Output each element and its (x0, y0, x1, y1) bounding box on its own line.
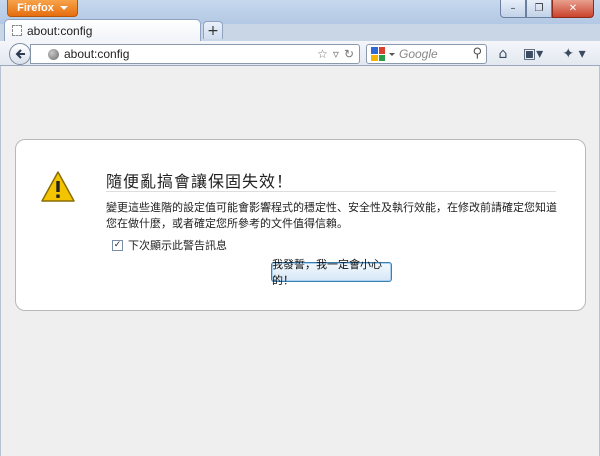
show-warning-checkbox-label: 下次顯示此警告訊息 (128, 239, 227, 252)
back-button[interactable] (9, 43, 31, 65)
address-bar-icons: ☆ ▿ ↻ (317, 47, 354, 61)
tab-label: about:config (27, 23, 93, 38)
navigation-toolbar: about:config ☆ ▿ ↻ Google ⚲ ⌂ ▣▾ ✦ ▾ (0, 41, 600, 66)
minimize-button[interactable]: – (500, 0, 526, 18)
back-arrow-icon (15, 49, 25, 59)
bookmark-star-icon[interactable]: ☆ (317, 47, 328, 61)
new-tab-button[interactable]: + (203, 21, 223, 39)
tab-about-config[interactable]: about:config (4, 19, 201, 41)
search-engine-dropdown-icon[interactable] (389, 52, 395, 56)
warning-icon (41, 171, 75, 202)
close-button[interactable]: ✕ (552, 0, 594, 18)
accept-risk-button[interactable]: 我發誓，我一定會小心的！ (271, 258, 392, 287)
show-warning-checkbox-row[interactable]: ✓ 下次顯示此警告訊息 (112, 237, 227, 253)
search-icon[interactable]: ⚲ (472, 46, 482, 61)
search-engine-icon[interactable] (371, 47, 385, 61)
warning-dialog: 隨便亂搞會讓保固失效！ 變更這些進階的設定值可能會影響程式的穩定性、安全性及執行… (15, 139, 586, 311)
site-identity-icon[interactable] (48, 48, 59, 60)
chevron-down-icon (59, 6, 68, 10)
tab-strip: about:config + (0, 17, 600, 41)
history-dropdown-icon[interactable]: ▿ (333, 47, 339, 61)
window-controls: – ❐ ✕ (500, 0, 594, 18)
search-bar[interactable]: Google ⚲ (366, 44, 487, 64)
downloads-icon[interactable]: ▣▾ (522, 45, 544, 62)
addon-toolbar-icon[interactable]: ✦ ▾ (559, 45, 589, 62)
address-bar-url: about:config (64, 47, 130, 61)
firefox-menu-button[interactable]: Firefox (7, 0, 78, 17)
home-icon[interactable]: ⌂ (494, 45, 512, 62)
blank-page-icon (12, 25, 22, 36)
warning-title: 隨便亂搞會讓保固失效！ (106, 168, 556, 192)
reload-icon[interactable]: ↻ (344, 47, 354, 61)
show-warning-checkbox[interactable]: ✓ (112, 239, 123, 251)
warning-description: 變更這些進階的設定值可能會影響程式的穩定性、安全性及執行效能，在修改前請確定您知… (106, 201, 557, 230)
firefox-menu-label: Firefox (17, 2, 54, 14)
restore-button[interactable]: ❐ (526, 0, 552, 18)
page-content: 隨便亂搞會讓保固失效！ 變更這些進階的設定值可能會影響程式的穩定性、安全性及執行… (0, 66, 600, 456)
address-bar[interactable]: about:config ☆ ▿ ↻ (30, 44, 360, 64)
